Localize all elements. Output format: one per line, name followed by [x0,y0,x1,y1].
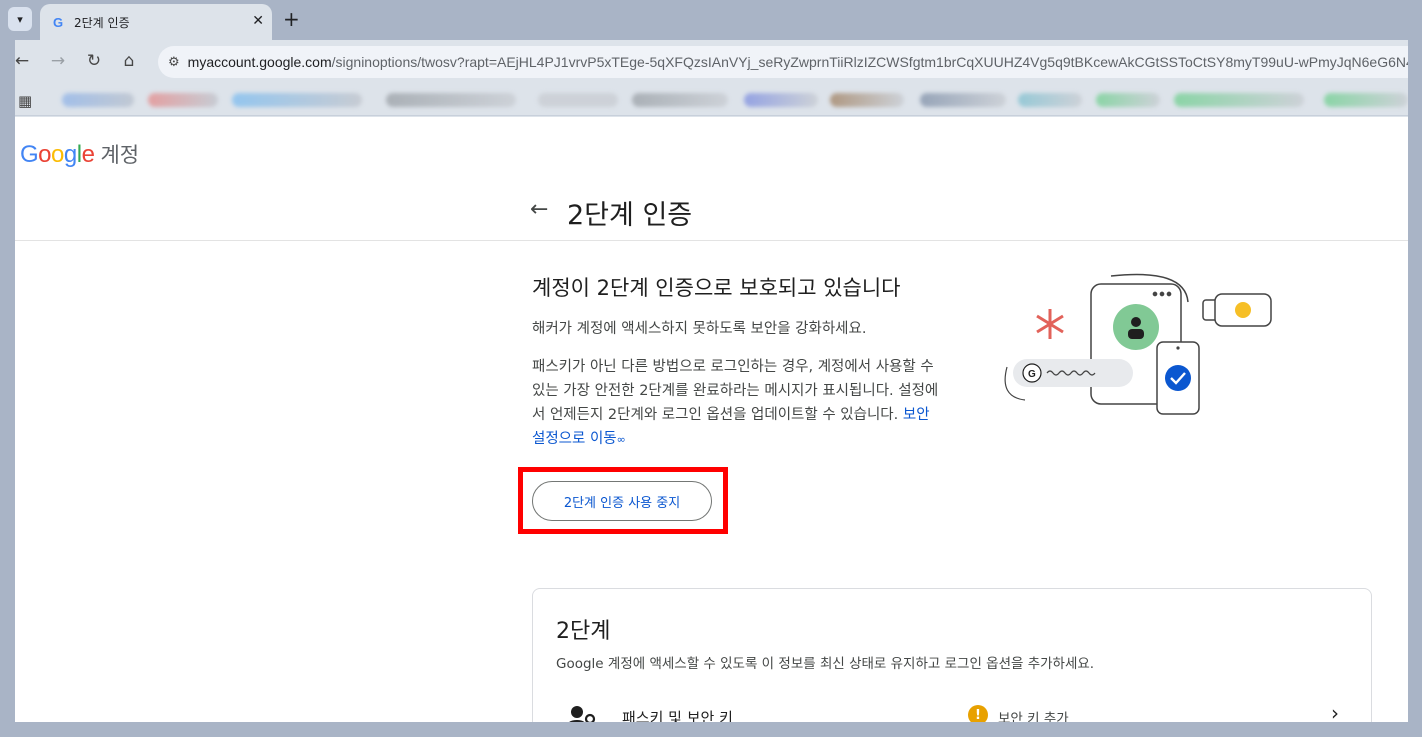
security-key-icon [1202,293,1272,327]
url-path: /signinoptions/twosv?rapt=AEjHL4PJ1vrvP5… [331,54,1422,70]
arrow-right-icon[interactable]: → [47,51,69,71]
browser-tab-active[interactable]: G 2단계 인증 ✕ [40,4,272,40]
window-frame-left [0,40,15,737]
passkey-row-status: 보안 키 추가 [998,711,1069,722]
svg-text:G: G [1028,369,1036,380]
home-icon[interactable]: ⌂ [118,51,140,71]
bookmark-item[interactable] [232,93,362,107]
avatar-badge-icon [1113,304,1159,350]
bookmark-item[interactable] [1174,93,1304,107]
second-step-card: 2단계 Google 계정에 액세스할 수 있도록 이 정보를 최신 상태로 유… [532,588,1372,722]
google-account-logo[interactable]: Google 계정 [20,139,139,169]
bookmark-item[interactable] [148,93,218,107]
bookmarks-bar: ▦ [0,84,1422,116]
asterisk-icon [1036,309,1064,339]
chevron-right-icon[interactable]: › [1331,701,1339,722]
chevron-down-icon[interactable]: ▾ [8,7,32,31]
second-step-description: Google 계정에 액세스할 수 있도록 이 정보를 최신 상태로 유지하고 … [556,656,1095,672]
security-illustration: G [1004,273,1272,415]
bookmark-item[interactable] [744,93,818,107]
link-icon: ∞ [616,433,626,446]
warning-icon: ! [968,705,988,722]
google-favicon-icon: G [52,14,64,30]
bookmark-item[interactable] [632,93,728,107]
second-step-title: 2단계 [556,619,611,644]
page-title: 2단계 인증 [567,200,693,231]
protection-subheadline: 해커가 계정에 액세스하지 못하도록 보안을 강화하세요. [532,321,867,337]
bookmark-item[interactable] [920,93,1006,107]
tune-icon[interactable]: ⚙ [168,55,180,70]
protection-description: 패스키가 아닌 다른 방법으로 로그인하는 경우, 계정에서 사용할 수 있는 … [532,355,942,452]
bookmark-item[interactable] [1096,93,1160,107]
turn-off-2sv-button[interactable]: 2단계 인증 사용 중지 [532,481,712,521]
tab-title: 2단계 인증 [74,15,130,30]
person-key-icon [569,706,596,722]
passkey-row-label: 패스키 및 보안 키 [622,709,733,722]
url-text[interactable]: myaccount.google.com/signinoptions/twosv… [188,54,1422,70]
tab-strip: ▾ G 2단계 인증 ✕ + [0,0,1408,40]
close-icon[interactable]: ✕ [252,13,264,29]
bookmark-item[interactable] [386,93,516,107]
new-tab-icon[interactable]: + [283,8,300,30]
description-text: 패스키가 아닌 다른 방법으로 로그인하는 경우, 계정에서 사용할 수 있는 … [532,359,939,423]
page-content: Google 계정 ← 2단계 인증 계정이 2단계 인증으로 보호되고 있습니… [15,117,1408,722]
bookmark-item[interactable] [1324,93,1408,107]
arrow-left-icon[interactable]: ← [530,197,548,222]
bookmark-item[interactable] [1018,93,1082,107]
small-phone [1156,341,1200,415]
reload-icon[interactable]: ↻ [83,51,105,71]
bookmark-item[interactable] [830,93,904,107]
header-divider [15,240,1408,241]
window-frame-bottom [0,722,1422,737]
account-label: 계정 [100,143,140,167]
browser-toolbar: ← → ↻ ⌂ ⚙ myaccount.google.com/signinopt… [0,40,1422,84]
google-logo-text: Google [20,141,95,168]
apps-grid-icon[interactable]: ▦ [18,92,32,110]
window-frame-right [1408,0,1422,737]
bookmark-item[interactable] [538,93,618,107]
protection-headline: 계정이 2단계 인증으로 보호되고 있습니다 [532,276,901,300]
passkey-security-key-row[interactable]: 패스키 및 보안 키 ! 보안 키 추가 › [533,699,1373,722]
url-host: myaccount.google.com [187,54,332,70]
address-bar[interactable]: ⚙ myaccount.google.com/signinoptions/two… [158,46,1422,78]
bookmark-item[interactable] [62,93,134,107]
